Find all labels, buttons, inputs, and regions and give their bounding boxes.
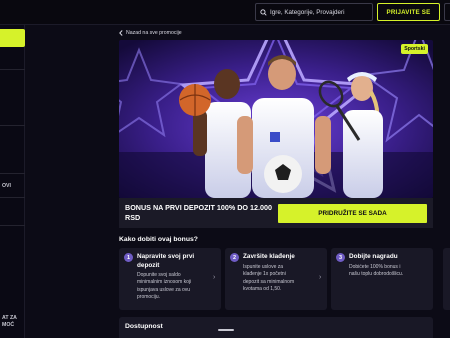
chevron-left-icon — [119, 30, 123, 36]
howto-title: Kako dobiti ovaj bonus? — [119, 236, 198, 243]
join-now-button[interactable]: PRIDRUŽITE SE SADA — [278, 204, 427, 223]
sidebar-item-label[interactable]: OVI — [2, 183, 11, 189]
banner-image — [119, 40, 433, 198]
sidebar-divider — [0, 125, 25, 126]
back-link[interactable]: Nazad na sve promocije — [119, 30, 182, 36]
search-box[interactable] — [255, 3, 373, 21]
register-button[interactable]: PRIJAVITE SE — [377, 3, 440, 21]
search-icon — [260, 8, 267, 16]
step-title: Završite klađenje — [243, 253, 295, 260]
step-description: Dopunite svoj saldo minimalnim iznosom k… — [137, 272, 192, 300]
promo-banner: Sportski — [119, 40, 433, 198]
sidebar-divider — [0, 197, 25, 198]
step-description: Dobićete 100% bonus i našu toplu dobrodo… — [349, 264, 404, 278]
step-number: 2 — [230, 253, 239, 262]
category-badge: Sportski — [401, 44, 428, 54]
sidebar-divider — [0, 173, 25, 174]
step-title: Napravite svoj prvi depozit — [137, 253, 195, 269]
back-link-label: Nazad na sve promocije — [126, 30, 182, 36]
left-sidebar: OVI AT ZA MOĆ — [0, 25, 25, 338]
sidebar-divider — [0, 225, 25, 226]
top-bar: PRIJAVITE SE — [0, 0, 450, 25]
chevron-right-icon: › — [213, 274, 216, 281]
sidebar-active-item[interactable] — [0, 29, 25, 47]
sidebar-item-label[interactable]: MOĆ — [2, 322, 14, 328]
step-description: Ispunite uslove za klađenje 1x početni d… — [243, 264, 295, 292]
login-button-partial[interactable] — [444, 3, 450, 21]
step-title: Dobijte nagradu — [349, 253, 398, 260]
step-card: 3 Dobijte nagradu Dobićete 100% bonus i … — [331, 248, 433, 310]
promo-bar: BONUS NA PRVI DEPOZIT 100% DO 12.000 RSD… — [119, 198, 433, 228]
step-card: 1 Napravite svoj prvi depozit Dopunite s… — [119, 248, 221, 310]
availability-title: Dostupnost — [125, 323, 163, 330]
promo-title: BONUS NA PRVI DEPOZIT 100% DO 12.000 RSD — [125, 203, 272, 222]
step-number: 3 — [336, 253, 345, 262]
sidebar-item-label[interactable]: AT ZA — [2, 315, 17, 321]
chevron-right-icon: › — [319, 274, 322, 281]
sidebar-divider — [0, 69, 25, 70]
step-number: 1 — [124, 253, 133, 262]
search-input[interactable] — [270, 8, 372, 16]
step-card: 2 Završite klađenje Ispunite uslove za k… — [225, 248, 327, 310]
next-card-partial — [443, 248, 450, 310]
availability-section[interactable]: Dostupnost — [119, 317, 433, 338]
drag-handle[interactable] — [218, 329, 234, 331]
